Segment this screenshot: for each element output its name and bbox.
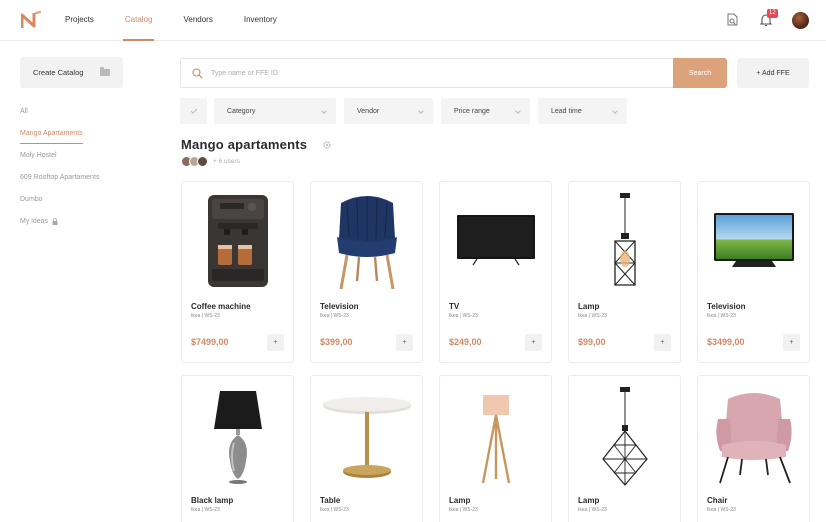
sidebar-item-mango-apartaments[interactable]: Mango Apartaments: [20, 127, 99, 149]
product-name: Television: [320, 302, 359, 311]
notifications-bell-icon[interactable]: 12: [756, 9, 778, 30]
add-to-catalog-button[interactable]: +: [525, 334, 542, 351]
product-meta: Ikea | WS-23: [191, 507, 220, 513]
search-button[interactable]: Search: [673, 58, 727, 88]
product-name: Chair: [707, 496, 728, 505]
product-card[interactable]: Lamp Ikea | WS-23: [439, 375, 552, 522]
product-price: $99,00: [578, 337, 606, 347]
filter-bar: Category Vendor Price range Lead time: [180, 98, 635, 124]
product-name: Lamp: [578, 496, 600, 505]
product-meta: Ikea | WS-23: [320, 507, 349, 513]
product-name: Coffee machine: [191, 302, 251, 311]
folder-icon: [100, 67, 110, 76]
product-meta: Ikea | WS-23: [578, 313, 607, 319]
catalog-title: Mango apartaments: [181, 137, 308, 152]
pendant-lamp-image: [569, 182, 680, 300]
avatar: [197, 156, 208, 167]
filter-lead-time[interactable]: Lead time: [538, 98, 627, 124]
add-to-catalog-button[interactable]: +: [654, 334, 671, 351]
nav-catalog[interactable]: Catalog: [122, 0, 155, 41]
product-card[interactable]: Chair Ikea | WS-23: [697, 375, 810, 522]
product-meta: Ikea | WS-23: [449, 313, 478, 319]
product-card[interactable]: Lamp Ikea | WS-23 $99,00 +: [568, 181, 681, 363]
nav-inventory[interactable]: Inventory: [244, 0, 277, 40]
pink-chair-image: [698, 376, 809, 494]
product-name: Lamp: [449, 496, 471, 505]
add-to-catalog-button[interactable]: +: [267, 334, 284, 351]
add-ffe-button[interactable]: + Add FFE: [737, 58, 809, 88]
chevron-down-icon: [418, 108, 424, 114]
product-price: $7499,00: [191, 337, 229, 347]
document-search-icon[interactable]: [722, 10, 742, 30]
product-meta: Ikea | WS-23: [320, 313, 349, 319]
product-meta: Ikea | WS-23: [191, 313, 220, 319]
product-name: TV: [449, 302, 460, 311]
chevron-down-icon: [321, 108, 327, 114]
lock-icon: [52, 218, 58, 225]
blue-armchair-image: [311, 182, 422, 300]
search-icon: [192, 67, 203, 79]
product-meta: Ikea | WS-23: [707, 507, 736, 513]
product-name: Television: [707, 302, 746, 311]
search-box: [180, 58, 673, 88]
top-navbar: Projects Catalog Vendors Inventory 12: [0, 0, 826, 41]
product-price: $249,00: [449, 337, 482, 347]
geometric-lamp-image: [569, 376, 680, 494]
catalog-list: All Mango Apartaments Moly Hostel 609 Ro…: [20, 105, 99, 237]
product-name: Lamp: [578, 302, 600, 311]
product-card[interactable]: Coffee machine Ikea | WS-23 $7499,00 +: [181, 181, 294, 363]
sidebar-item-dumbo[interactable]: Dumbo: [20, 193, 99, 215]
nav-vendors[interactable]: Vendors: [183, 0, 212, 40]
product-card[interactable]: Table Ikea | WS-23: [310, 375, 423, 522]
user-avatar[interactable]: [790, 10, 810, 30]
select-all-checkbox[interactable]: [180, 98, 207, 124]
filter-price-range[interactable]: Price range: [441, 98, 530, 124]
product-card[interactable]: Television Ikea | WS-23 $3499,00 +: [697, 181, 810, 363]
product-price: $3499,00: [707, 337, 745, 347]
add-to-catalog-button[interactable]: +: [396, 334, 413, 351]
product-card[interactable]: Lamp Ikea | WS-23: [568, 375, 681, 522]
tv-image: [440, 182, 551, 300]
gear-icon[interactable]: [322, 140, 332, 150]
add-to-catalog-button[interactable]: +: [783, 334, 800, 351]
chevron-down-icon: [612, 108, 618, 114]
catalog-users[interactable]: + 6 users: [181, 156, 240, 167]
sidebar-item-all[interactable]: All: [20, 105, 99, 127]
product-meta: Ikea | WS-23: [578, 507, 607, 513]
search-input[interactable]: [211, 69, 611, 77]
product-card[interactable]: TV Ikea | WS-23 $249,00 +: [439, 181, 552, 363]
coffee-machine-image: [182, 182, 293, 300]
checkmark-icon: [190, 108, 197, 114]
sidebar-item-609-rooftop[interactable]: 609 Rooftop Apartaments: [20, 171, 99, 193]
sidebar-item-moly-hostel[interactable]: Moly Hostel: [20, 149, 99, 171]
users-count: + 6 users: [213, 158, 240, 165]
table-image: [311, 376, 422, 494]
create-catalog-label: Create Catalog: [33, 68, 84, 77]
product-card[interactable]: Television Ikea | WS-23 $399,00 +: [310, 181, 423, 363]
product-name: Black lamp: [191, 496, 234, 505]
product-meta: Ikea | WS-23: [449, 507, 478, 513]
product-card[interactable]: Black lamp Ikea | WS-23: [181, 375, 294, 522]
create-catalog-button[interactable]: Create Catalog: [20, 57, 123, 88]
brand-logo[interactable]: [21, 11, 41, 29]
television-image: [698, 182, 809, 300]
filter-vendor[interactable]: Vendor: [344, 98, 433, 124]
black-lamp-image: [182, 376, 293, 494]
product-name: Table: [320, 496, 341, 505]
nav-projects[interactable]: Projects: [65, 0, 94, 40]
product-price: $399,00: [320, 337, 353, 347]
floor-lamp-image: [440, 376, 551, 494]
notification-count-badge: 12: [767, 9, 778, 18]
chevron-down-icon: [515, 108, 521, 114]
product-meta: Ikea | WS-23: [707, 313, 736, 319]
main-nav: Projects Catalog Vendors Inventory: [65, 0, 308, 41]
sidebar-item-my-ideas[interactable]: My ideas: [20, 215, 99, 237]
filter-category[interactable]: Category: [214, 98, 336, 124]
